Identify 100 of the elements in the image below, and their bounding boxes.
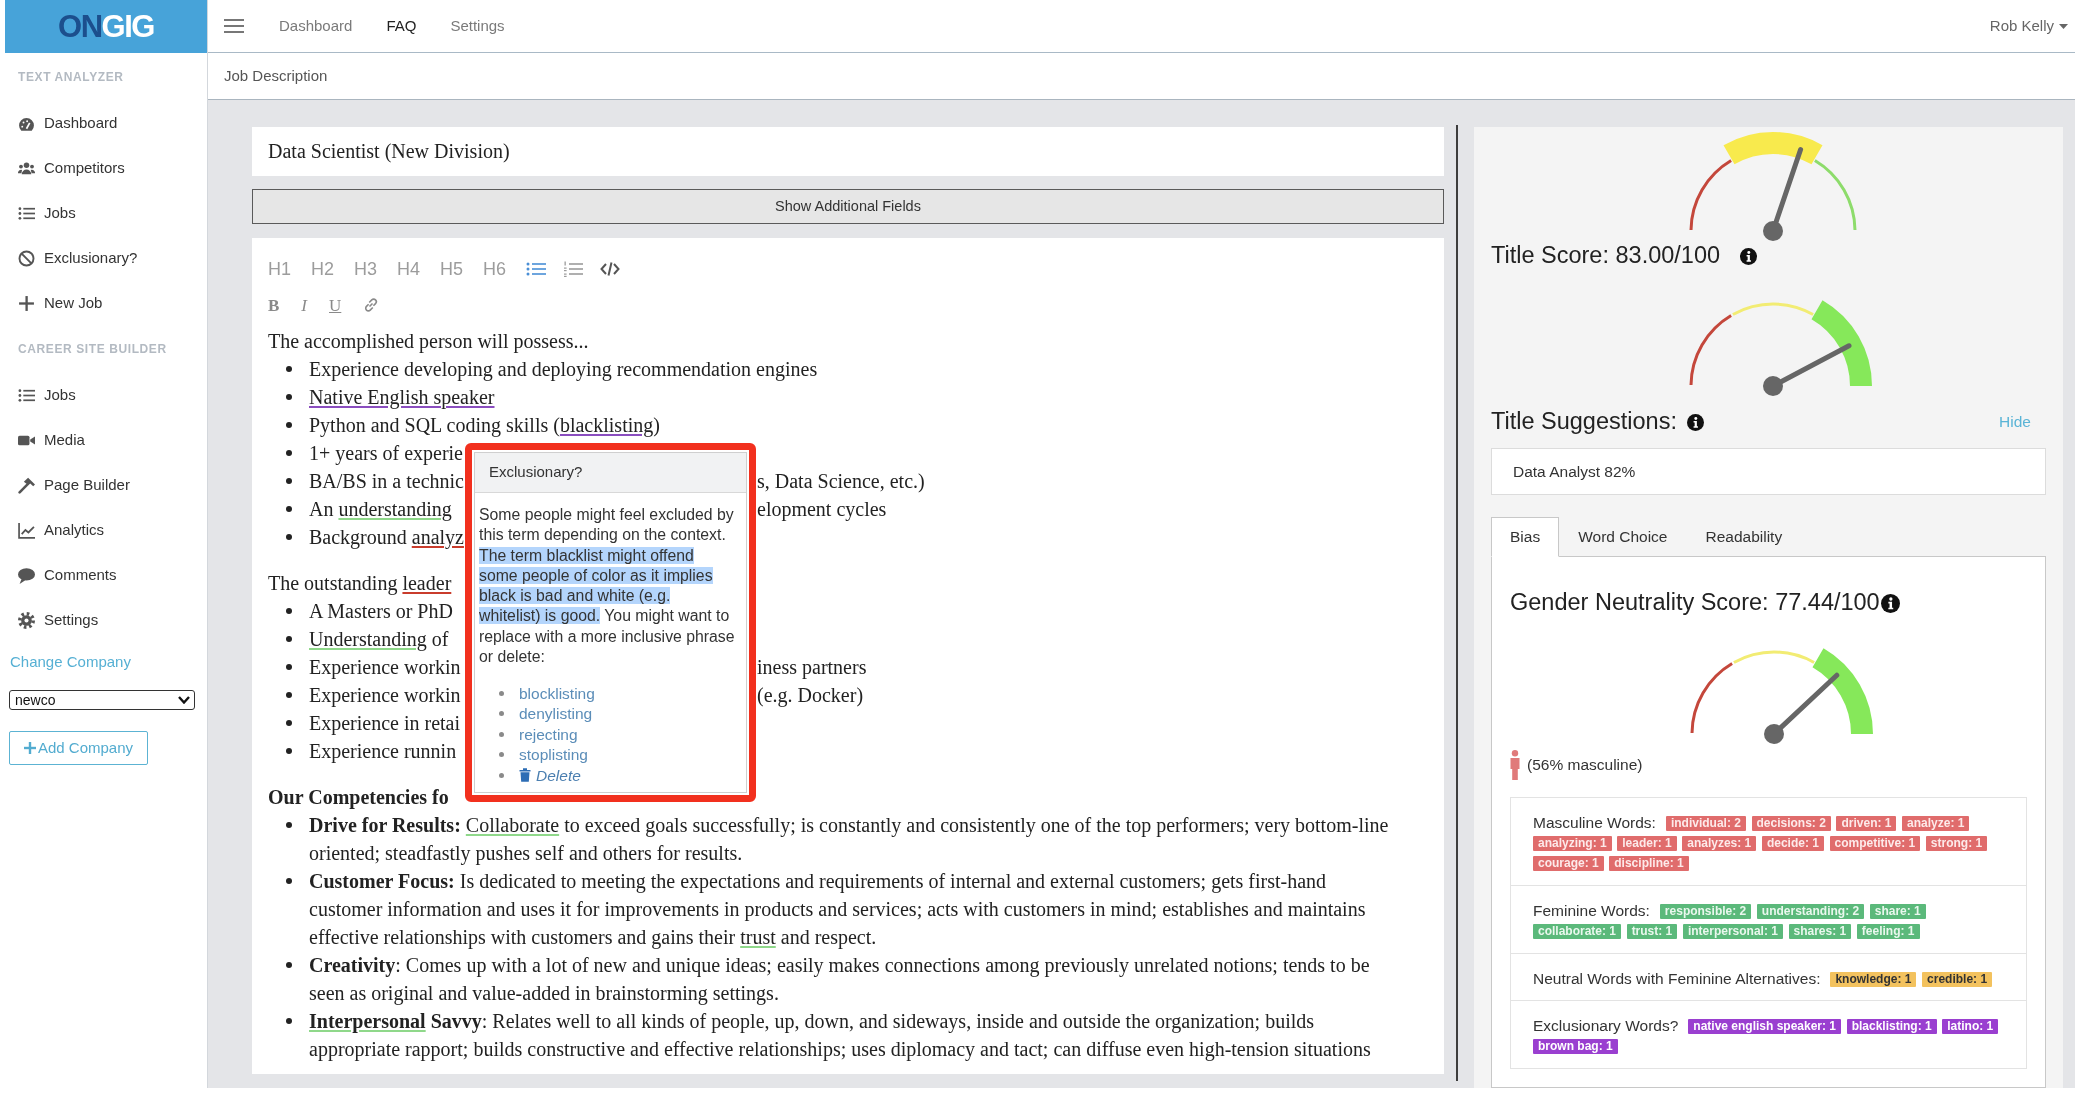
word-tag: discipline: 1 bbox=[1609, 856, 1689, 872]
line-chart-icon bbox=[18, 522, 35, 539]
ban-icon bbox=[18, 250, 35, 267]
paragraph-text: The accomplished person will possess... bbox=[268, 329, 589, 355]
sidebar-item[interactable]: Page Builder bbox=[18, 463, 130, 508]
flagged-term[interactable]: Understanding bbox=[309, 628, 427, 650]
suggestion-item[interactable]: Data Analyst 82% bbox=[1491, 448, 2046, 495]
word-tag: collaborate: 1 bbox=[1533, 924, 1622, 940]
list-item-text: Python and SQL coding skills (blacklisting) bbox=[309, 413, 660, 439]
section-heading: CAREER SITE BUILDER bbox=[18, 341, 167, 357]
trash-icon bbox=[519, 768, 531, 783]
sidebar-item[interactable]: Competitors bbox=[18, 146, 125, 191]
info-icon[interactable] bbox=[1880, 593, 1900, 613]
word-tag: trust: 1 bbox=[1626, 924, 1678, 940]
breadcrumb-text: Job Description bbox=[224, 65, 328, 86]
bullet-icon bbox=[286, 450, 292, 456]
low-zone-arc bbox=[1689, 159, 1732, 231]
sidebar-item[interactable]: Settings bbox=[18, 598, 99, 643]
user-menu[interactable]: Rob Kelly bbox=[1989, 14, 2068, 38]
flagged-term[interactable]: analyz bbox=[411, 526, 464, 548]
menu-icon[interactable] bbox=[224, 19, 244, 33]
word-tag: understanding: 2 bbox=[1756, 903, 1865, 919]
sidebar-item[interactable]: Exclusionary? bbox=[18, 236, 138, 281]
bullet-icon bbox=[286, 748, 292, 754]
list-item-text: A Masters or PhD bbox=[309, 599, 453, 624]
bullet-icon bbox=[286, 822, 292, 828]
nav-link[interactable]: FAQ bbox=[386, 14, 417, 38]
nav-link[interactable]: Settings bbox=[450, 14, 505, 38]
popover-message: Some people might feel excluded by this term depending on the context. The term blacklist might offend some people of color as it implies black is bad and white (e.g. whitelist) is good. You might want to replace with a more inclusive phrase or delete: bbox=[478, 505, 736, 668]
info-icon[interactable] bbox=[1740, 247, 1758, 265]
bullet-icon bbox=[286, 664, 292, 670]
tab[interactable]: Bias bbox=[1491, 517, 1560, 557]
sidebar-item[interactable]: Jobs bbox=[18, 373, 76, 418]
bullet-icon bbox=[499, 691, 504, 697]
link-icon[interactable] bbox=[363, 297, 380, 313]
bullet-icon bbox=[286, 692, 292, 698]
bullet-icon bbox=[499, 752, 504, 758]
flagged-term[interactable]: blacklisting bbox=[559, 414, 654, 436]
list-item-text: 1+ years of experie bbox=[309, 441, 463, 467]
bulleted-list-icon[interactable] bbox=[526, 261, 547, 277]
word-tag: decide: 1 bbox=[1761, 836, 1824, 852]
bullet-icon bbox=[286, 878, 292, 884]
list-item-text: iness partners bbox=[757, 655, 867, 681]
sidebar-item[interactable]: Jobs bbox=[18, 191, 76, 236]
company-select[interactable]: newco bbox=[9, 690, 195, 710]
word-tag: latino: 1 bbox=[1942, 1019, 1999, 1035]
word-tag: knowledge: 1 bbox=[1830, 971, 1917, 987]
bullet-icon bbox=[499, 772, 504, 778]
bullet-icon bbox=[286, 608, 292, 614]
title-input[interactable]: Data Scientist (New Division) bbox=[252, 127, 1444, 176]
list-icon bbox=[18, 387, 35, 404]
sidebar-item[interactable]: Dashboard bbox=[18, 101, 118, 146]
list-icon bbox=[18, 205, 35, 222]
bullet-icon bbox=[286, 720, 292, 726]
suggestions-heading: Title Suggestions: bbox=[1491, 407, 1677, 437]
low-zone-arc bbox=[1689, 314, 1732, 386]
word-tag: competitive: 1 bbox=[1829, 836, 1921, 852]
bullet-icon bbox=[286, 636, 292, 642]
list-item-text: Understanding of bbox=[309, 627, 449, 653]
lean-text: (56% masculine) bbox=[1527, 755, 1643, 776]
list-item-text: An understanding bbox=[309, 497, 452, 523]
sidebar-item[interactable]: Media bbox=[18, 418, 85, 463]
section-heading: TEXT ANALYZER bbox=[18, 69, 124, 85]
sidebar-item[interactable]: Analytics bbox=[18, 508, 105, 553]
word-tag: brown bag: 1 bbox=[1533, 1039, 1618, 1055]
popover-title: Exclusionary? bbox=[475, 453, 746, 493]
word-tag: native english speaker: 1 bbox=[1688, 1019, 1842, 1035]
list-item-text: (e.g. Docker) bbox=[757, 683, 864, 709]
category-label: Feminine Words: bbox=[1533, 901, 1650, 922]
tab[interactable]: Word Choice bbox=[1559, 517, 1687, 557]
code-icon[interactable] bbox=[600, 261, 621, 277]
word-tag: analyze: 1 bbox=[1902, 815, 1970, 831]
flagged-term[interactable]: Collaborate bbox=[465, 814, 560, 836]
category-label: Neutral Words with Feminine Alternatives: bbox=[1533, 968, 1821, 989]
tab[interactable]: Readability bbox=[1686, 517, 1802, 557]
word-tag: responsible: 2 bbox=[1659, 903, 1752, 919]
bullet-icon bbox=[286, 534, 292, 540]
category-label: Exclusionary Words? bbox=[1533, 1016, 1679, 1037]
bullet-icon bbox=[286, 1018, 292, 1024]
word-tag: blacklisting: 1 bbox=[1846, 1019, 1937, 1035]
word-tag: individual: 2 bbox=[1665, 815, 1746, 831]
list-item-text: Experience in retai bbox=[309, 711, 461, 737]
info-icon[interactable] bbox=[1686, 413, 1704, 431]
bullet-icon bbox=[286, 394, 292, 400]
word-tag: shares: 1 bbox=[1788, 924, 1852, 940]
word-tag: share: 1 bbox=[1869, 903, 1926, 919]
flagged-term[interactable]: trust bbox=[740, 926, 776, 948]
flagged-term[interactable]: leader bbox=[402, 572, 452, 594]
paragraph-text: The outstanding leader bbox=[268, 571, 452, 597]
word-tag: analyzing: 1 bbox=[1533, 836, 1612, 852]
sidebar-item[interactable]: Comments bbox=[18, 553, 117, 598]
nav-link[interactable]: Dashboard bbox=[279, 14, 353, 38]
flagged-term[interactable]: understanding bbox=[338, 498, 452, 520]
sidebar-item[interactable]: New Job bbox=[18, 281, 103, 326]
flagged-term[interactable]: Interpersonal bbox=[309, 1010, 426, 1032]
word-tag: credible: 1 bbox=[1922, 971, 1993, 987]
list-item-text: BA/BS in a technic bbox=[309, 469, 464, 494]
word-tag: feeling: 1 bbox=[1856, 924, 1920, 940]
show-fields-button[interactable]: Show Additional Fields bbox=[252, 189, 1444, 224]
flagged-term[interactable]: Native English speaker bbox=[309, 386, 495, 408]
